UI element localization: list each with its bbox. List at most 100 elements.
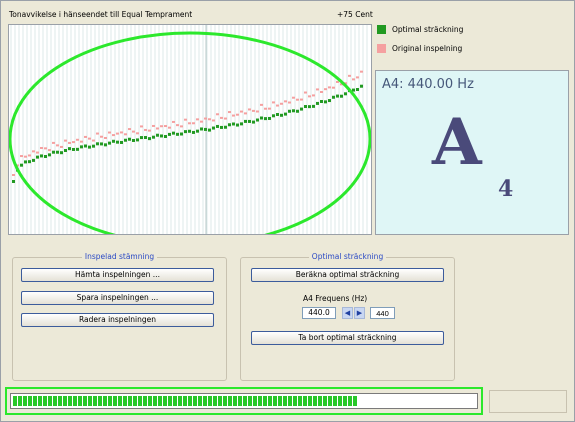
progress-bar xyxy=(10,393,478,409)
optimal-marker xyxy=(248,119,251,123)
progress-segment xyxy=(273,396,277,406)
original-marker xyxy=(104,136,107,139)
progress-segment xyxy=(83,396,87,406)
progress-segment xyxy=(103,396,107,406)
legend-optimal: Optimal sträckning xyxy=(377,25,463,34)
optimal-marker xyxy=(176,132,179,136)
compute-optimal-button[interactable]: Beräkna optimal sträckning xyxy=(251,268,444,282)
optimal-marker xyxy=(80,145,83,149)
progress-segment xyxy=(78,396,82,406)
original-marker xyxy=(88,137,91,140)
save-recording-button[interactable]: Spara inspelningen ... xyxy=(21,291,214,305)
progress-segment xyxy=(313,396,317,406)
optimal-marker xyxy=(24,160,27,164)
optimal-marker xyxy=(336,94,339,98)
optimal-marker xyxy=(204,127,207,131)
optimal-marker xyxy=(44,155,47,159)
original-marker xyxy=(300,98,303,101)
optimal-marker xyxy=(356,88,359,92)
remove-optimal-button[interactable]: Ta bort optimal sträckning xyxy=(251,331,444,345)
progress-segment xyxy=(193,396,197,406)
deviation-chart xyxy=(8,24,372,235)
frequency-increase-button[interactable]: ▶ xyxy=(354,307,365,319)
progress-segment xyxy=(163,396,167,406)
progress-segment xyxy=(263,396,267,406)
progress-segment xyxy=(153,396,157,406)
original-marker xyxy=(12,174,15,176)
optimal-marker xyxy=(256,118,259,122)
legend-original-label: Original inspelning xyxy=(392,44,463,53)
optimal-marker xyxy=(308,105,311,109)
original-marker xyxy=(164,125,167,128)
original-marker xyxy=(244,112,247,115)
fetch-recording-button[interactable]: Hämta inspelningen ... xyxy=(21,268,214,282)
legend-optimal-swatch xyxy=(377,25,386,34)
original-marker xyxy=(80,140,83,143)
original-marker xyxy=(264,107,267,110)
optimal-marker xyxy=(76,147,79,151)
optimal-marker xyxy=(180,132,183,136)
optimal-marker xyxy=(320,99,323,103)
progress-segment xyxy=(333,396,337,406)
original-marker xyxy=(148,129,151,132)
original-marker xyxy=(356,76,359,79)
optimal-marker xyxy=(136,138,139,142)
original-marker xyxy=(304,91,307,94)
optimal-marker xyxy=(236,123,239,127)
optimal-marker xyxy=(88,145,91,149)
optimal-marker xyxy=(132,138,135,142)
original-marker xyxy=(64,139,67,142)
original-marker xyxy=(36,151,39,154)
optimal-marker xyxy=(208,128,211,132)
original-marker xyxy=(140,125,143,128)
progress-segment xyxy=(143,396,147,406)
optimal-marker xyxy=(264,117,267,121)
original-marker xyxy=(160,125,163,128)
app-window: Tonavvikelse i hänseendet till Equal Tem… xyxy=(0,0,575,422)
optimal-marker xyxy=(124,138,127,142)
original-marker xyxy=(192,122,195,125)
progress-segment xyxy=(33,396,37,406)
original-marker xyxy=(252,109,255,112)
optimal-stretch-title: Optimal sträckning xyxy=(308,252,387,261)
optimal-marker xyxy=(312,104,315,108)
progress-segment xyxy=(118,396,122,406)
original-marker xyxy=(180,125,183,128)
original-marker xyxy=(196,118,199,121)
progress-segment xyxy=(343,396,347,406)
optimal-marker xyxy=(64,149,67,153)
progress-segment xyxy=(28,396,32,406)
optimal-marker xyxy=(232,122,235,126)
progress-segment xyxy=(198,396,202,406)
optimal-marker xyxy=(268,116,271,120)
progress-segment xyxy=(168,396,172,406)
original-marker xyxy=(176,124,179,127)
optimal-marker xyxy=(284,112,287,116)
optimal-marker xyxy=(144,136,147,140)
optimal-marker xyxy=(288,109,291,113)
progress-segment xyxy=(218,396,222,406)
frequency-decrease-button[interactable]: ◀ xyxy=(342,307,353,319)
optimal-marker xyxy=(100,142,103,146)
optimal-marker xyxy=(200,127,203,131)
note-frequency: A4: 440.00 Hz xyxy=(382,77,474,92)
optimal-marker xyxy=(192,130,195,134)
progress-segment xyxy=(248,396,252,406)
a4-frequency-input[interactable] xyxy=(370,307,395,319)
optimal-marker xyxy=(340,94,343,98)
original-marker xyxy=(232,114,235,117)
optimal-marker xyxy=(280,113,283,117)
progress-segment xyxy=(348,396,352,406)
optimal-marker xyxy=(296,109,299,113)
delete-recording-button[interactable]: Radera inspelningen xyxy=(21,313,214,327)
optimal-marker xyxy=(12,180,15,183)
cent-label: +75 Cent xyxy=(337,10,373,19)
original-marker xyxy=(128,128,131,131)
progress-segment xyxy=(323,396,327,406)
progress-segment xyxy=(298,396,302,406)
original-marker xyxy=(284,100,287,103)
progress-segment xyxy=(133,396,137,406)
optimal-marker xyxy=(96,142,99,146)
progress-segment xyxy=(18,396,22,406)
original-marker xyxy=(212,119,215,122)
